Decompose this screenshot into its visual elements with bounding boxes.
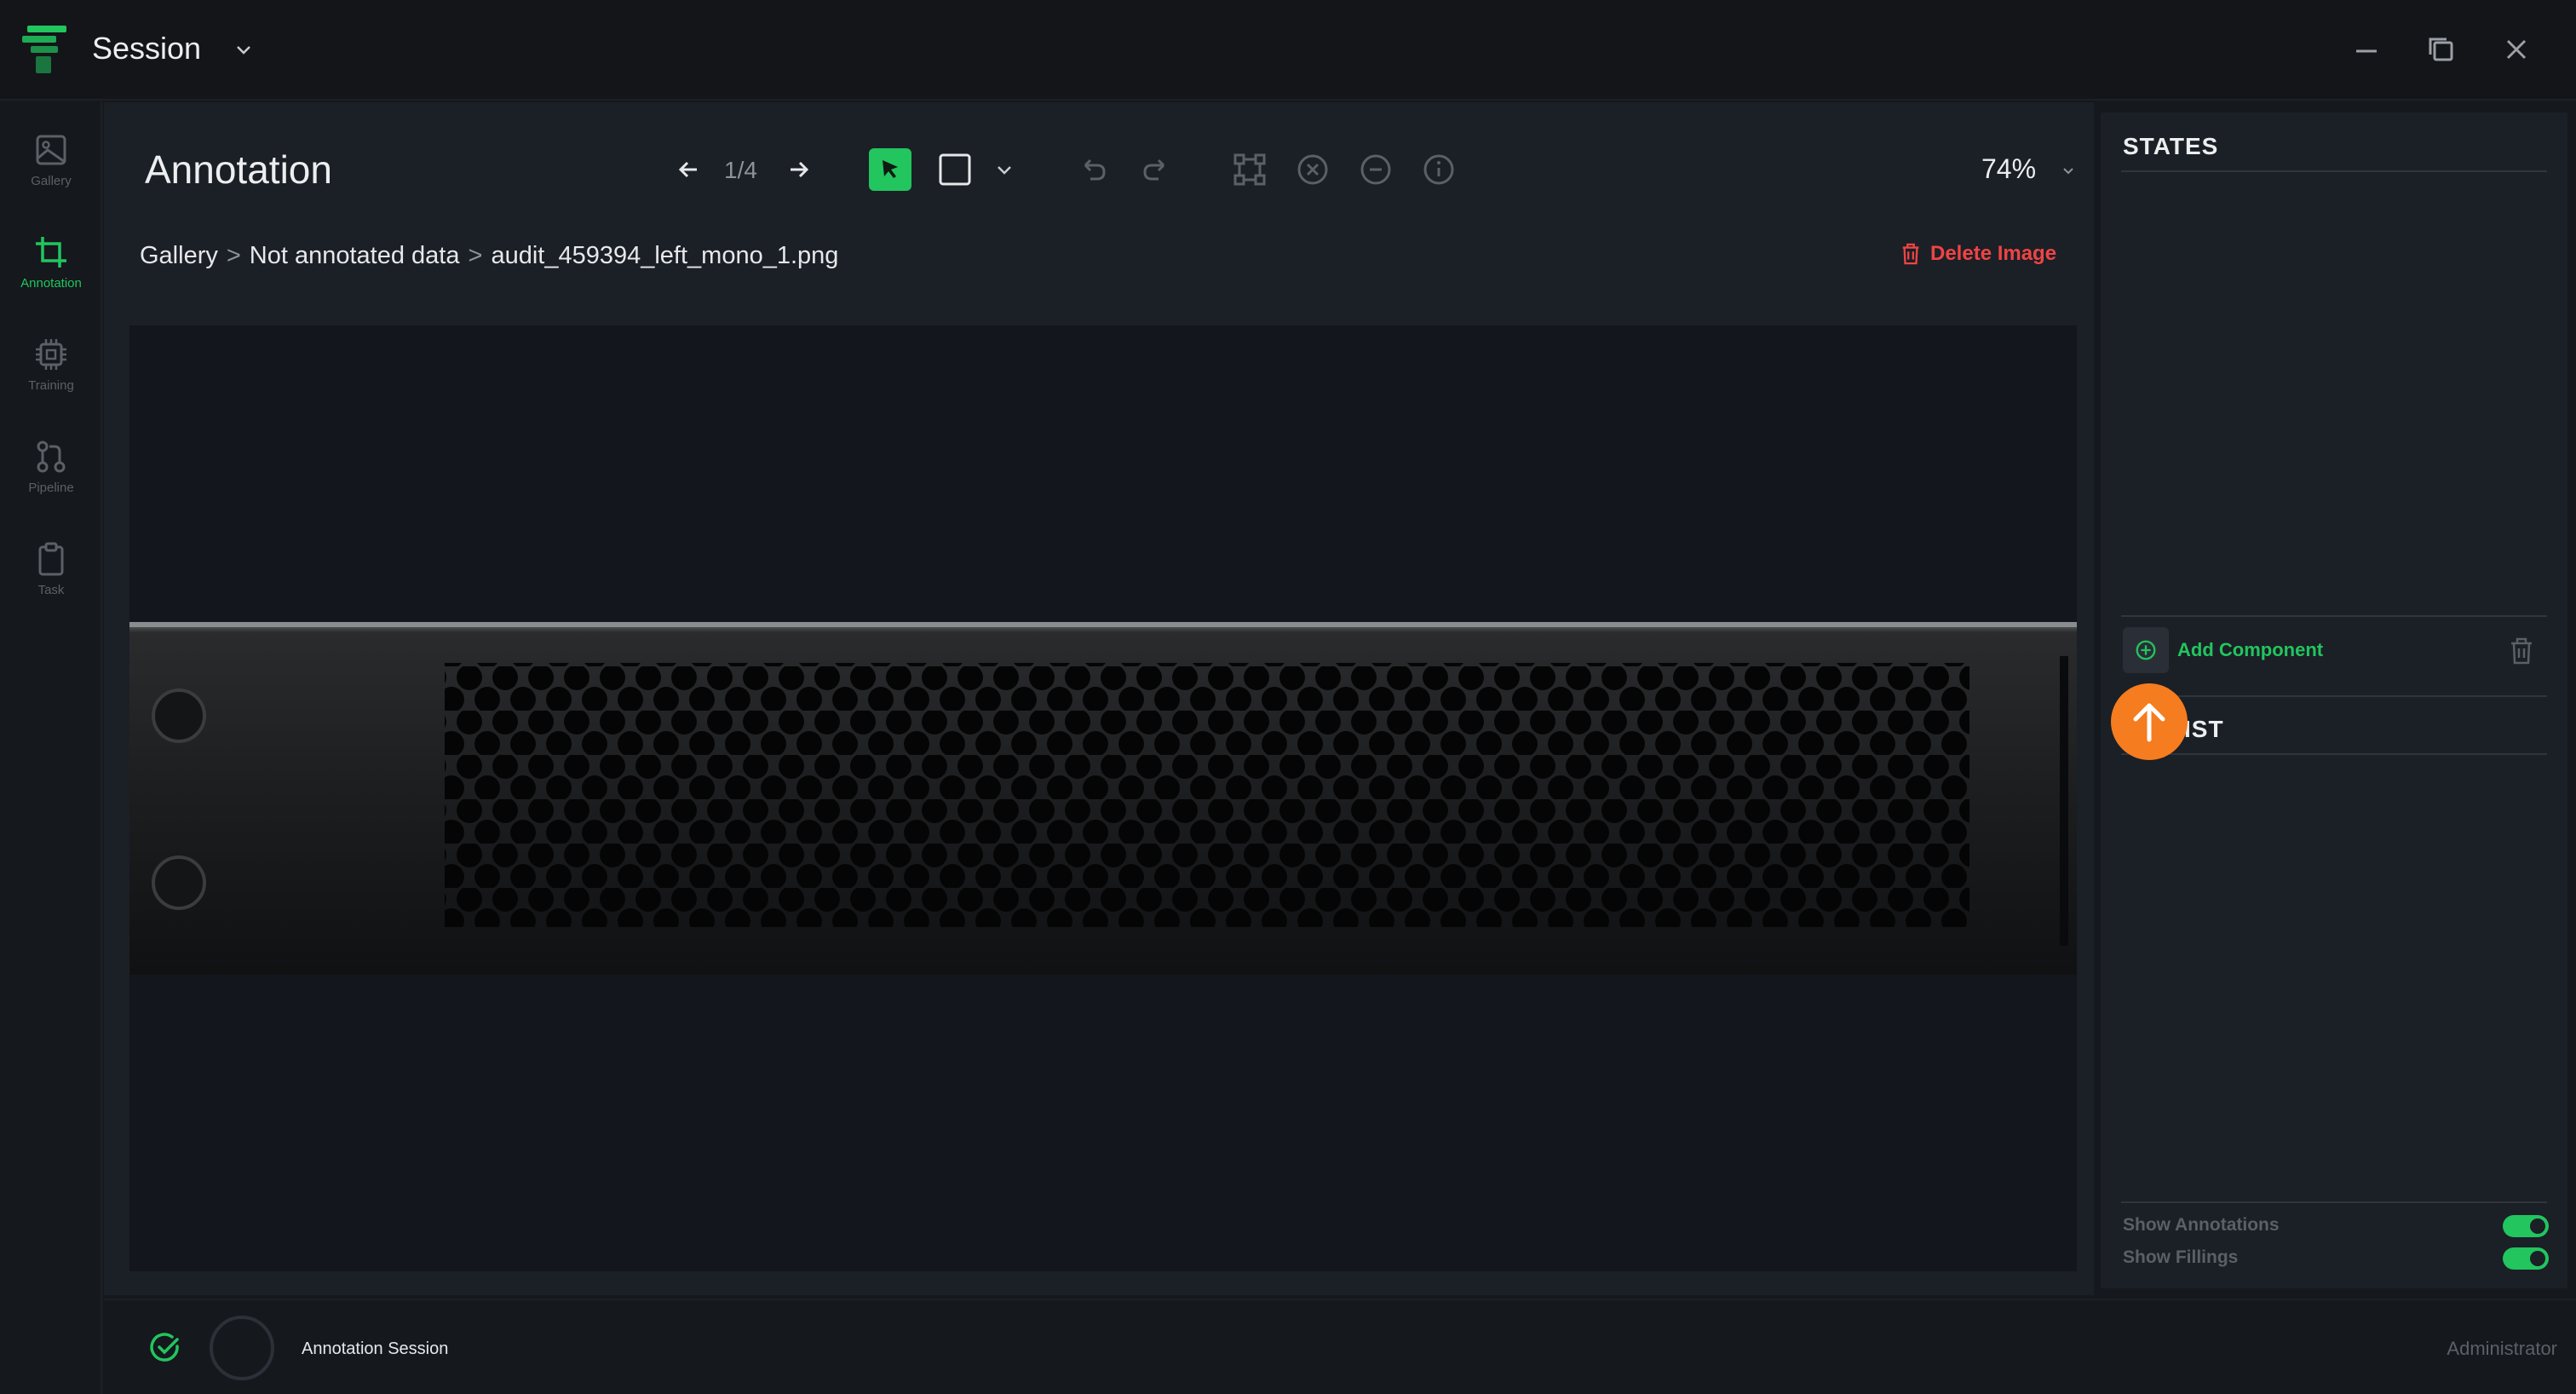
session-title[interactable]: Session: [92, 31, 201, 66]
divider: [2121, 170, 2547, 172]
minimize-icon[interactable]: [2349, 32, 2383, 66]
sidebar-item-gallery[interactable]: Gallery: [0, 123, 102, 216]
git-pull-request-icon: [37, 441, 66, 473]
list-heading: IST: [2184, 716, 2224, 742]
sidebar-item-label: Training: [28, 378, 74, 393]
chevron-down-icon[interactable]: [233, 39, 254, 60]
zoom-level[interactable]: 74%: [1981, 153, 2036, 185]
add-component-button[interactable]: Add Component: [2123, 627, 2323, 673]
chip-icon: [36, 339, 66, 370]
show-fillings-row: Show Fillings: [2123, 1244, 2549, 1271]
minus-circle-icon[interactable]: [1356, 150, 1395, 189]
upload-button[interactable]: [2111, 683, 2188, 760]
sidebar-item-task[interactable]: Task: [0, 532, 102, 625]
trash-icon[interactable]: [2504, 634, 2539, 668]
delete-image-button[interactable]: Delete Image: [1900, 242, 2056, 266]
sidebar: Gallery Annotation Training Pipeline Tas…: [0, 102, 102, 1394]
breadcrumb-gallery[interactable]: Gallery: [140, 242, 218, 269]
arrow-left-icon[interactable]: [670, 150, 709, 189]
chevron-down-icon[interactable]: [2060, 162, 2077, 179]
page-counter: 1/4: [724, 157, 757, 183]
trash-icon: [1902, 243, 1919, 265]
breadcrumb-separator: >: [226, 242, 241, 269]
image-canvas[interactable]: [129, 325, 2077, 1271]
arrow-right-icon[interactable]: [779, 150, 818, 189]
breadcrumb-filename: audit_459394_left_mono_1.png: [491, 242, 839, 269]
page-title: Annotation: [145, 147, 332, 192]
restore-icon[interactable]: [2424, 32, 2458, 66]
sidebar-item-training[interactable]: Training: [0, 327, 102, 421]
close-icon[interactable]: [2499, 32, 2533, 66]
states-heading: STATES: [2123, 133, 2219, 159]
cursor-icon: [883, 160, 898, 178]
annotation-image[interactable]: [129, 622, 2077, 975]
breadcrumb-not-annotated[interactable]: Not annotated data: [250, 242, 460, 269]
sidebar-item-label: Annotation: [20, 276, 82, 291]
sidebar-item-label: Pipeline: [28, 481, 74, 495]
x-circle-icon[interactable]: [1293, 150, 1332, 189]
image-icon: [36, 135, 66, 165]
show-annotations-label: Show Annotations: [2123, 1215, 2280, 1235]
session-label: Annotation Session: [302, 1339, 449, 1358]
rectangle-tool-icon[interactable]: [934, 148, 976, 191]
progress-ring: [210, 1316, 274, 1380]
title-bar: Session: [0, 0, 2576, 101]
sidebar-item-annotation[interactable]: Annotation: [0, 225, 102, 319]
check-circle-icon: [150, 1333, 179, 1362]
status-bar: Annotation Session Administrator: [104, 1299, 2576, 1394]
sidebar-item-label: Gallery: [31, 174, 72, 188]
clipboard-icon: [38, 542, 64, 576]
polygon-tool-icon[interactable]: [1230, 150, 1269, 189]
add-component-label: Add Component: [2177, 639, 2324, 660]
user-label: Administrator: [2447, 1338, 2557, 1359]
chevron-down-icon[interactable]: [993, 158, 1015, 181]
show-annotations-row: Show Annotations: [2123, 1212, 2549, 1239]
select-tool-button[interactable]: [869, 148, 911, 191]
breadcrumb-separator: >: [468, 242, 483, 269]
sidebar-item-pipeline[interactable]: Pipeline: [0, 429, 102, 523]
arrow-up-icon: [2133, 703, 2165, 742]
crop-icon: [36, 237, 66, 268]
sidebar-item-label: Task: [37, 583, 65, 597]
show-fillings-label: Show Fillings: [2123, 1247, 2239, 1267]
undo-icon[interactable]: [1073, 150, 1113, 189]
show-annotations-toggle[interactable]: [2503, 1215, 2549, 1237]
add-component-icon-box: [2123, 627, 2169, 673]
show-fillings-toggle[interactable]: [2503, 1247, 2549, 1270]
app-logo-icon: [22, 26, 66, 73]
plus-circle-icon: [2136, 640, 2156, 660]
breadcrumb: Gallery > Not annotated data > audit_459394_…: [140, 242, 838, 270]
info-icon[interactable]: [1419, 150, 1458, 189]
divider: [2121, 615, 2547, 617]
divider: [2121, 1201, 2547, 1203]
delete-image-label: Delete Image: [1930, 242, 2057, 265]
redo-icon[interactable]: [1136, 150, 1176, 189]
